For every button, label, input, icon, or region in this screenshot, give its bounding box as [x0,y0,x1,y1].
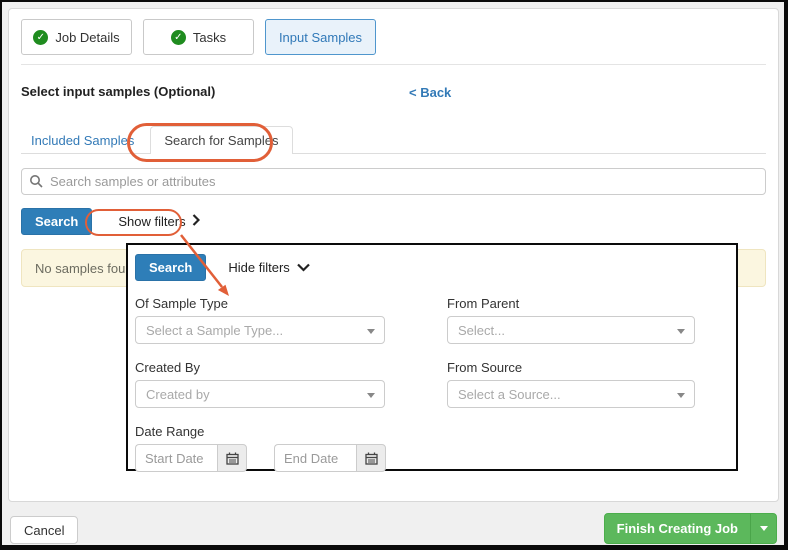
samples-tabbar: Included Samples Search for Samples [21,126,766,154]
caret-down-icon [367,393,375,398]
filters-panel: Search Hide filters Of Sample Type Selec… [126,243,738,471]
wizard-steps: ✓ Job Details ✓ Tasks Input Samples [21,19,766,55]
search-icon [29,174,43,191]
from-source-select[interactable]: Select a Source... [447,380,695,408]
step-label: Tasks [193,30,226,45]
hide-filters-label: Hide filters [228,260,289,275]
from-source-placeholder: Select a Source... [458,387,561,402]
page-title: Select input samples (Optional) [21,84,215,99]
finish-button-label[interactable]: Finish Creating Job [605,514,750,543]
finish-dropdown-toggle[interactable] [750,514,776,543]
sample-type-label: Of Sample Type [135,296,385,311]
step-label: Input Samples [279,30,362,45]
caret-down-icon [760,526,768,531]
caret-down-icon [677,393,685,398]
show-filters-link[interactable]: Show filters [118,214,199,229]
show-filters-label: Show filters [118,214,185,229]
step-label: Job Details [55,30,119,45]
steps-divider [21,64,766,65]
created-by-placeholder: Created by [146,387,210,402]
calendar-icon[interactable] [356,444,386,472]
chevron-right-icon [192,214,200,229]
search-button[interactable]: Search [21,208,92,235]
step-input-samples[interactable]: Input Samples [265,19,376,55]
check-icon: ✓ [33,30,48,45]
sample-type-placeholder: Select a Sample Type... [146,323,283,338]
cancel-button[interactable]: Cancel [10,516,78,544]
step-tasks[interactable]: ✓ Tasks [143,19,254,55]
from-parent-select[interactable]: Select... [447,316,695,344]
caret-down-icon [677,329,685,334]
back-link[interactable]: < Back [409,85,451,100]
date-range-label: Date Range [135,424,385,439]
finish-creating-job-button[interactable]: Finish Creating Job [604,513,777,544]
from-source-label: From Source [447,360,695,375]
sample-search-input[interactable] [21,168,766,195]
tab-search-for-samples[interactable]: Search for Samples [150,126,292,154]
check-icon: ✓ [171,30,186,45]
chevron-down-icon [297,260,310,275]
calendar-icon[interactable] [217,444,247,472]
end-date-input[interactable] [274,444,356,472]
step-job-details[interactable]: ✓ Job Details [21,19,132,55]
hide-filters-link[interactable]: Hide filters [228,260,309,275]
created-by-label: Created By [135,360,385,375]
start-date-input[interactable] [135,444,217,472]
from-parent-placeholder: Select... [458,323,505,338]
caret-down-icon [367,329,375,334]
alert-message: No samples found [35,261,140,276]
created-by-select[interactable]: Created by [135,380,385,408]
tab-included-samples[interactable]: Included Samples [21,127,144,154]
panel-search-button[interactable]: Search [135,254,206,281]
sample-type-select[interactable]: Select a Sample Type... [135,316,385,344]
from-parent-label: From Parent [447,296,695,311]
